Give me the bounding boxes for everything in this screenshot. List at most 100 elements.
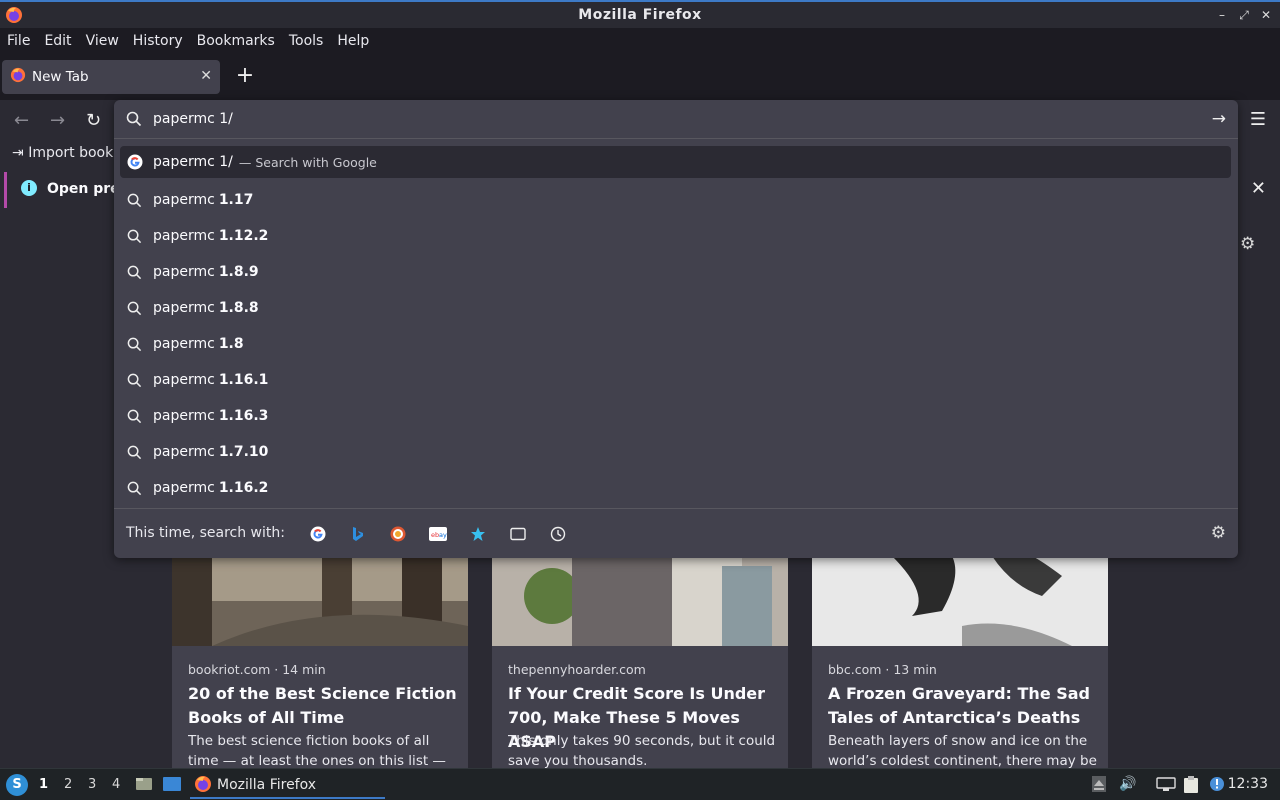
hamburger-menu-icon[interactable]: ☰ <box>1250 109 1266 130</box>
newtab-settings-gear-icon[interactable]: ⚙ <box>1240 234 1255 254</box>
firefox-logo-icon <box>194 775 212 797</box>
suggestion-completion: 1.8 <box>218 336 244 352</box>
suggestion-item[interactable]: papermc 1.8.8 <box>120 290 1231 326</box>
suggestion-item[interactable]: papermc 1.17 <box>120 182 1231 218</box>
svg-text:ay: ay <box>439 531 447 539</box>
eject-icon[interactable] <box>1092 776 1106 796</box>
story-headline: A Frozen Graveyard: The Sad Tales of Ant… <box>828 684 1091 727</box>
search-icon <box>127 193 142 212</box>
tabs-icon[interactable] <box>508 524 528 544</box>
svg-text:eb: eb <box>431 531 439 539</box>
taskbar-app-label: Mozilla Firefox <box>217 777 317 793</box>
suggestion-prefix: papermc <box>153 480 215 496</box>
search-icon <box>127 337 142 356</box>
suggestion-action: — Search with Google <box>238 154 377 170</box>
tab-label: New Tab <box>32 69 89 85</box>
new-tab-plus-icon[interactable]: + <box>234 64 256 88</box>
search-settings-gear-icon[interactable]: ⚙ <box>1211 523 1226 543</box>
menu-help[interactable]: Help <box>337 33 369 49</box>
suggestion-completion: 1.16.3 <box>218 408 269 424</box>
maximize-icon[interactable]: ⤢ <box>1238 8 1250 22</box>
story-source: bookriot.com · 14 min <box>188 662 326 677</box>
suggestion-search-with-google[interactable]: papermc 1/ — Search with Google <box>120 146 1231 178</box>
suggestion-completion: 1.8.8 <box>218 300 259 316</box>
suggestion-completion: 1.16.2 <box>218 480 269 496</box>
workspace-2[interactable]: 2 <box>64 777 72 792</box>
story-card[interactable]: bbc.com · 13 min A Frozen Graveyard: The… <box>812 556 1108 768</box>
system-taskbar: S 1 2 3 4 Mozilla Firefox 🔊 12:33 <box>0 768 1280 800</box>
suggestion-item[interactable]: papermc 1.8 <box>120 326 1231 362</box>
go-arrow-icon[interactable]: → <box>1212 109 1226 129</box>
workspace-3[interactable]: 3 <box>88 777 96 792</box>
taskbar-firefox-button[interactable]: Mozilla Firefox <box>190 771 385 799</box>
start-menu-icon[interactable]: S <box>6 774 28 796</box>
google-icon[interactable] <box>308 524 328 544</box>
search-icon <box>127 265 142 284</box>
back-arrow-icon[interactable]: ← <box>14 110 29 131</box>
firefox-logo-icon <box>5 6 23 28</box>
forward-arrow-icon[interactable]: → <box>50 110 65 131</box>
suggestion-item[interactable]: papermc 1.7.10 <box>120 434 1231 470</box>
menubar: File Edit View History Bookmarks Tools H… <box>0 28 1280 54</box>
tab-close-icon[interactable]: ✕ <box>200 68 212 84</box>
url-input[interactable]: papermc 1/ → <box>114 100 1238 139</box>
notification-text: Open pre <box>47 181 120 197</box>
story-headline: 20 of the Best Science Fiction Books of … <box>188 684 457 727</box>
show-desktop-icon[interactable] <box>162 776 182 796</box>
info-icon: i <box>21 180 37 196</box>
story-thumbnail <box>492 556 788 646</box>
one-off-label: This time, search with: <box>126 525 285 541</box>
story-card[interactable]: bookriot.com · 14 min 20 of the Best Sci… <box>172 556 468 768</box>
workspace-1[interactable]: 1 <box>39 777 48 792</box>
story-thumbnail <box>172 556 468 646</box>
search-icon <box>127 373 142 392</box>
minimize-icon[interactable]: – <box>1216 8 1228 22</box>
clipboard-icon[interactable] <box>1182 776 1200 798</box>
bing-icon[interactable] <box>348 524 368 544</box>
history-icon[interactable] <box>548 524 568 544</box>
menu-tools[interactable]: Tools <box>289 33 324 49</box>
google-icon <box>127 154 143 174</box>
window-titlebar: Mozilla Firefox – ⤢ ✕ <box>0 0 1280 28</box>
notification-close-icon[interactable]: ✕ <box>1251 178 1266 199</box>
close-icon[interactable]: ✕ <box>1260 8 1272 22</box>
file-manager-icon[interactable] <box>135 776 153 796</box>
suggestion-completion: 1.12.2 <box>218 228 269 244</box>
ebay-icon[interactable]: eb ay <box>428 524 448 544</box>
bookmarks-star-icon[interactable] <box>468 524 488 544</box>
workspace-4[interactable]: 4 <box>112 777 120 792</box>
tab-new-tab[interactable]: New Tab ✕ <box>2 60 220 94</box>
volume-icon[interactable]: 🔊 <box>1119 776 1136 792</box>
menu-history[interactable]: History <box>133 33 183 49</box>
story-card[interactable]: thepennyhoarder.com If Your Credit Score… <box>492 556 788 768</box>
story-source: bbc.com · 13 min <box>828 662 937 677</box>
suggestion-item[interactable]: papermc 1.16.3 <box>120 398 1231 434</box>
url-input-value[interactable]: papermc 1/ <box>153 111 233 127</box>
menu-file[interactable]: File <box>7 33 30 49</box>
suggestion-prefix: papermc <box>153 192 215 208</box>
menu-bookmarks[interactable]: Bookmarks <box>197 33 275 49</box>
search-icon <box>127 409 142 428</box>
menu-view[interactable]: View <box>86 33 119 49</box>
menu-edit[interactable]: Edit <box>44 33 71 49</box>
search-icon <box>126 111 142 131</box>
suggestion-prefix: papermc <box>153 336 215 352</box>
tab-strip: New Tab ✕ + <box>0 54 1280 100</box>
suggestion-item[interactable]: papermc 1.12.2 <box>120 218 1231 254</box>
story-excerpt: Beneath layers of snow and ice on the wo… <box>828 733 1097 768</box>
suggestion-item[interactable]: papermc 1.8.9 <box>120 254 1231 290</box>
suggestion-prefix: papermc <box>153 264 215 280</box>
import-bookmarks-button[interactable]: ⇥ Import book <box>12 145 113 161</box>
suggestion-completion: 1.17 <box>218 192 254 208</box>
import-bookmarks-label: Import book <box>28 145 114 161</box>
update-notifier-icon[interactable] <box>1209 776 1225 796</box>
suggestion-item[interactable]: papermc 1.16.1 <box>120 362 1231 398</box>
suggestion-prefix: papermc <box>153 300 215 316</box>
reload-icon[interactable]: ↻ <box>86 110 101 131</box>
duckduckgo-icon[interactable] <box>388 524 408 544</box>
suggestion-item[interactable]: papermc 1.16.2 <box>120 470 1231 506</box>
search-engine-buttons: eb ay <box>308 524 568 544</box>
firefox-favicon-icon <box>10 67 26 87</box>
window-controls: – ⤢ ✕ <box>1216 8 1272 22</box>
network-icon[interactable] <box>1156 776 1176 796</box>
